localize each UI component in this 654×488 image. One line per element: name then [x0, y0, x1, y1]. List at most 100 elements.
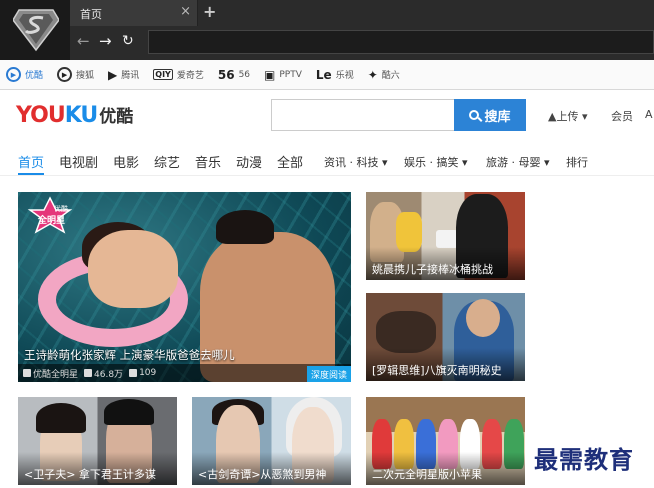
channel-all[interactable]: 全部	[277, 152, 303, 171]
bookmark-label: 乐视	[335, 71, 354, 81]
watermark-text: 最需教育	[534, 445, 634, 474]
bookmark-label: 搜狐	[76, 71, 95, 81]
all-star-badge: 优酷 全明星	[27, 196, 73, 234]
video-caption: 姚晨携儿子接棒冰桶挑战	[366, 247, 525, 280]
bookmarks-bar: ▶ 优酷 ▶ 搜狐 ▶ 腾讯 QIY 爱奇艺 56 56 ▣ PPTV Le 乐…	[0, 60, 654, 90]
search-button[interactable]: 搜库	[454, 99, 526, 131]
hero-meta: 优酷全明星 46.8万 109	[18, 364, 351, 382]
hero-channel: 优酷全明星	[23, 367, 78, 380]
browser-logo-area	[0, 0, 70, 60]
thumb-shape	[36, 403, 86, 433]
deep-read-button[interactable]: 深度阅读	[307, 366, 351, 382]
bookmark-pptv[interactable]: ▣ PPTV	[264, 68, 302, 82]
search-icon	[469, 110, 480, 120]
bookmark-label: 腾讯	[121, 71, 140, 81]
channel-travel-baby[interactable]: 旅游 · 母婴 ▾	[486, 154, 550, 170]
video-card[interactable]: <卫子夫> 拿下君王计多谋	[18, 397, 177, 485]
channel-tv[interactable]: 电视剧	[59, 152, 98, 171]
hero-video-card[interactable]: 优酷 全明星 王诗龄萌化张家辉 上演豪华版爸爸去哪儿 优酷全明星 46.8万 1…	[18, 192, 351, 382]
video-card[interactable]: <古剑奇谭>从恶煞到男神	[192, 397, 351, 485]
youku-play-icon: ▶	[6, 67, 21, 82]
bookmark-tencent[interactable]: ▶ 腾讯	[108, 68, 139, 82]
new-tab-icon[interactable]: +	[203, 2, 216, 21]
channel-label: 旅游 · 母婴	[486, 156, 541, 169]
badge-top-text: 优酷	[54, 204, 68, 213]
search-button-label: 搜库	[484, 109, 511, 125]
address-bar[interactable]	[148, 30, 654, 54]
member-link[interactable]: 会员	[611, 108, 633, 124]
channel-news-tech[interactable]: 资讯 · 科技 ▾	[324, 154, 388, 170]
pptv-icon: ▣	[264, 67, 276, 82]
back-arrow-icon[interactable]: ←	[77, 33, 90, 49]
upload-label: 上传	[556, 110, 579, 123]
tab-title: 首页	[80, 8, 102, 21]
superman-shield-icon	[13, 9, 59, 52]
youku-header: YOUKU 优酷 搜库 ▲上传 ▾ 会员 A	[0, 90, 654, 140]
logo-cn: 优酷	[99, 107, 134, 127]
ku6-logo-icon: ✦	[367, 67, 378, 82]
browser-chrome: 首页 × + ← → ↻	[0, 0, 654, 60]
hero-comments: 109	[129, 368, 156, 378]
channel-ranking[interactable]: 排行	[566, 154, 588, 170]
channel-ent-funny[interactable]: 娱乐 · 搞笑 ▾	[404, 154, 468, 170]
logo-ku: KU	[64, 103, 99, 128]
channel-label: 娱乐 · 搞笑	[404, 156, 459, 169]
tab-close-icon[interactable]: ×	[180, 5, 191, 19]
chevron-down-icon: ▾	[378, 156, 388, 169]
youku-logo[interactable]: YOUKU 优酷	[16, 102, 133, 128]
channel-label: 资讯 · 科技	[324, 156, 379, 169]
56-logo-icon: 56	[217, 67, 235, 82]
thumb-shape	[104, 399, 154, 425]
video-caption: <古剑奇谭>从恶煞到男神	[192, 452, 351, 485]
channel-anime[interactable]: 动漫	[236, 152, 262, 171]
bookmark-letv[interactable]: Le 乐视	[316, 68, 354, 82]
bookmark-label: 爱奇艺	[176, 71, 204, 81]
chevron-down-icon: ▾	[540, 156, 550, 169]
view-count: 46.8万	[94, 369, 124, 380]
chevron-down-icon: ▾	[458, 156, 468, 169]
bookmark-iqiyi[interactable]: QIY 爱奇艺	[153, 68, 204, 81]
video-caption: <卫子夫> 拿下君王计多谋	[18, 452, 177, 485]
browser-tab-home[interactable]: 首页 ×	[70, 0, 198, 26]
logo-you: YOU	[16, 103, 66, 128]
hero-title: 王诗龄萌化张家辉 上演豪华版爸爸去哪儿	[24, 348, 235, 362]
tencent-play-icon: ▶	[108, 67, 118, 82]
bookmark-label: 优酷	[25, 71, 44, 81]
video-caption: [罗辑思维]八旗灭南明秘史	[366, 348, 525, 381]
channel-name: 优酷全明星	[33, 369, 79, 380]
badge-bottom-text: 全明星	[37, 214, 65, 226]
bookmark-sohu[interactable]: ▶ 搜狐	[57, 67, 94, 82]
channel-movie[interactable]: 电影	[113, 152, 139, 171]
channel-nav: 首页 电视剧 电影 综艺 音乐 动漫 全部 资讯 · 科技 ▾ 娱乐 · 搞笑 …	[0, 150, 654, 174]
header-more-link[interactable]: A	[645, 108, 653, 121]
bookmark-label: PPTV	[279, 69, 302, 80]
thumb-shape	[216, 210, 274, 244]
play-icon	[84, 369, 93, 377]
thumb-shape	[88, 230, 178, 308]
bookmark-youku[interactable]: ▶ 优酷	[6, 67, 43, 82]
thumb-shape	[436, 230, 458, 248]
video-card[interactable]: 二次元全明星版小苹果	[366, 397, 525, 485]
channel-variety[interactable]: 综艺	[154, 152, 180, 171]
chevron-down-icon: ▾	[578, 110, 588, 123]
thumb-shape	[376, 311, 436, 353]
nav-divider	[0, 175, 654, 176]
reload-icon[interactable]: ↻	[122, 33, 134, 49]
search-input[interactable]	[271, 99, 455, 131]
comment-count: 109	[139, 368, 157, 378]
video-card[interactable]: 姚晨携儿子接棒冰桶挑战	[366, 192, 525, 280]
letv-logo-icon: Le	[315, 67, 332, 82]
forward-arrow-icon[interactable]: →	[99, 33, 112, 49]
bookmark-56[interactable]: 56 56	[218, 68, 250, 82]
video-caption: 二次元全明星版小苹果	[366, 452, 525, 485]
bookmark-label: 酷六	[381, 71, 400, 81]
bookmark-label: 56	[238, 69, 251, 80]
bookmark-ku6[interactable]: ✦ 酷六	[368, 68, 400, 82]
channel-music[interactable]: 音乐	[195, 152, 221, 171]
upload-button[interactable]: ▲上传 ▾	[548, 108, 588, 124]
channel-home[interactable]: 首页	[18, 152, 44, 171]
thumb-shape	[466, 299, 500, 337]
hero-views: 46.8万	[84, 367, 123, 380]
video-card[interactable]: [罗辑思维]八旗灭南明秘史	[366, 293, 525, 381]
comment-icon	[129, 369, 138, 377]
